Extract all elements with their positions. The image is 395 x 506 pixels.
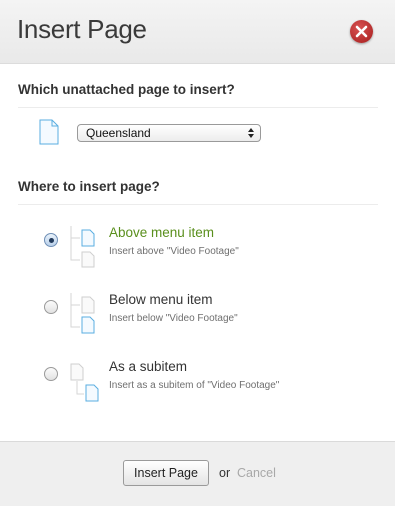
option-below-title: Below menu item bbox=[109, 292, 213, 307]
option-below-description: Insert below "Video Footage" bbox=[109, 313, 238, 324]
dialog-title: Insert Page bbox=[17, 14, 147, 44]
option-subitem-description: Insert as a subitem of "Video Footage" bbox=[109, 380, 280, 391]
option-subitem-title: As a subitem bbox=[109, 359, 188, 374]
divider bbox=[18, 107, 378, 108]
divider bbox=[18, 204, 378, 205]
radio-subitem[interactable] bbox=[44, 367, 58, 381]
option-above-title: Above menu item bbox=[109, 225, 215, 240]
option-above-description: Insert above "Video Footage" bbox=[109, 246, 239, 257]
radio-above[interactable] bbox=[44, 233, 58, 247]
option-above[interactable]: Above menu item Insert above "Video Foot… bbox=[0, 222, 395, 272]
dialog-footer: Insert Page or Cancel bbox=[0, 441, 395, 506]
page-select[interactable]: Queensland bbox=[77, 124, 261, 142]
radio-below[interactable] bbox=[44, 300, 58, 314]
position-heading: Where to insert page? bbox=[18, 179, 160, 194]
page-select-heading: Which unattached page to insert? bbox=[18, 82, 235, 97]
or-label: or bbox=[219, 466, 231, 480]
tree-below-icon bbox=[70, 293, 95, 334]
close-icon bbox=[355, 25, 368, 38]
option-below[interactable]: Below menu item Insert below "Video Foot… bbox=[0, 289, 395, 339]
select-arrows-icon bbox=[248, 128, 254, 138]
close-button[interactable] bbox=[350, 20, 373, 43]
insert-page-button[interactable]: Insert Page bbox=[123, 460, 209, 486]
page-select-value: Queensland bbox=[86, 126, 151, 140]
option-subitem[interactable]: As a subitem Insert as a subitem of "Vid… bbox=[0, 356, 395, 406]
dialog-header: Insert Page bbox=[0, 0, 395, 64]
tree-subitem-icon bbox=[70, 363, 99, 402]
tree-above-icon bbox=[70, 226, 95, 268]
insert-page-dialog: Insert Page Which unattached page to ins… bbox=[0, 0, 395, 506]
cancel-link[interactable]: Cancel bbox=[237, 466, 276, 480]
page-icon bbox=[39, 119, 59, 145]
